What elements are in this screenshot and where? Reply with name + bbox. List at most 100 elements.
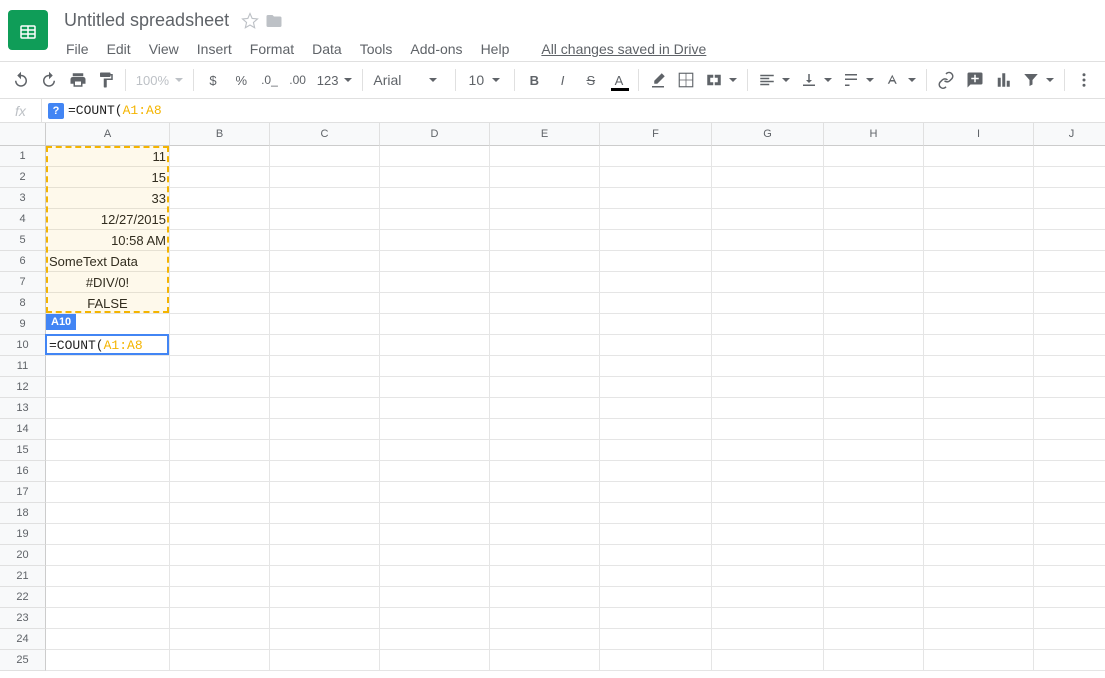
menu-view[interactable]: View [141, 37, 187, 61]
cell-B1[interactable] [170, 146, 270, 167]
cell-J23[interactable] [1034, 608, 1105, 629]
cell-H20[interactable] [824, 545, 924, 566]
row-header-3[interactable]: 3 [0, 188, 46, 209]
cell-J11[interactable] [1034, 356, 1105, 377]
cell-E9[interactable] [490, 314, 600, 335]
cell-G24[interactable] [712, 629, 824, 650]
cell-I16[interactable] [924, 461, 1034, 482]
cell-I9[interactable] [924, 314, 1034, 335]
cell-B6[interactable] [170, 251, 270, 272]
cell-E3[interactable] [490, 188, 600, 209]
cell-D24[interactable] [380, 629, 490, 650]
row-header-13[interactable]: 13 [0, 398, 46, 419]
cell-C11[interactable] [270, 356, 380, 377]
cell-B22[interactable] [170, 587, 270, 608]
cell-D14[interactable] [380, 419, 490, 440]
cell-I24[interactable] [924, 629, 1034, 650]
cell-A23[interactable] [46, 608, 170, 629]
cell-H5[interactable] [824, 230, 924, 251]
cell-A15[interactable] [46, 440, 170, 461]
cell-J15[interactable] [1034, 440, 1105, 461]
cell-A13[interactable] [46, 398, 170, 419]
cell-D10[interactable] [380, 335, 490, 356]
cell-G11[interactable] [712, 356, 824, 377]
cell-C6[interactable] [270, 251, 380, 272]
cell-E24[interactable] [490, 629, 600, 650]
cell-C13[interactable] [270, 398, 380, 419]
cell-J22[interactable] [1034, 587, 1105, 608]
cell-I23[interactable] [924, 608, 1034, 629]
cell-A9[interactable] [46, 314, 170, 335]
cell-H6[interactable] [824, 251, 924, 272]
cell-F11[interactable] [600, 356, 712, 377]
print-button[interactable] [64, 66, 90, 94]
cell-I11[interactable] [924, 356, 1034, 377]
cell-D19[interactable] [380, 524, 490, 545]
insert-link-button[interactable] [933, 66, 959, 94]
cell-B16[interactable] [170, 461, 270, 482]
cell-J14[interactable] [1034, 419, 1105, 440]
row-header-16[interactable]: 16 [0, 461, 46, 482]
cell-H4[interactable] [824, 209, 924, 230]
cell-B2[interactable] [170, 167, 270, 188]
cell-F18[interactable] [600, 503, 712, 524]
cell-H7[interactable] [824, 272, 924, 293]
menu-insert[interactable]: Insert [189, 37, 240, 61]
cell-D9[interactable] [380, 314, 490, 335]
cell-A14[interactable] [46, 419, 170, 440]
cell-E25[interactable] [490, 650, 600, 671]
cell-D11[interactable] [380, 356, 490, 377]
cell-C18[interactable] [270, 503, 380, 524]
cell-G15[interactable] [712, 440, 824, 461]
insert-chart-button[interactable] [990, 66, 1016, 94]
cell-J13[interactable] [1034, 398, 1105, 419]
cell-A21[interactable] [46, 566, 170, 587]
cell-I22[interactable] [924, 587, 1034, 608]
cell-C10[interactable] [270, 335, 380, 356]
cell-G9[interactable] [712, 314, 824, 335]
col-header-J[interactable]: J [1034, 123, 1105, 146]
cell-F17[interactable] [600, 482, 712, 503]
cell-A1[interactable]: 11 [46, 146, 170, 167]
cell-B13[interactable] [170, 398, 270, 419]
cell-B15[interactable] [170, 440, 270, 461]
formula-input[interactable]: =COUNT(A1:A8 [64, 103, 1105, 118]
cell-A12[interactable] [46, 377, 170, 398]
row-header-4[interactable]: 4 [0, 209, 46, 230]
cell-F14[interactable] [600, 419, 712, 440]
cell-J4[interactable] [1034, 209, 1105, 230]
col-header-I[interactable]: I [924, 123, 1034, 146]
row-header-5[interactable]: 5 [0, 230, 46, 251]
cell-F10[interactable] [600, 335, 712, 356]
cell-D23[interactable] [380, 608, 490, 629]
text-wrap-button[interactable] [838, 66, 878, 94]
cell-E19[interactable] [490, 524, 600, 545]
cell-A4[interactable]: 12/27/2015 [46, 209, 170, 230]
row-header-25[interactable]: 25 [0, 650, 46, 671]
cell-J2[interactable] [1034, 167, 1105, 188]
cell-D8[interactable] [380, 293, 490, 314]
cell-B24[interactable] [170, 629, 270, 650]
cell-H1[interactable] [824, 146, 924, 167]
cell-E4[interactable] [490, 209, 600, 230]
cell-F25[interactable] [600, 650, 712, 671]
cell-E6[interactable] [490, 251, 600, 272]
row-header-21[interactable]: 21 [0, 566, 46, 587]
cell-C20[interactable] [270, 545, 380, 566]
cell-D5[interactable] [380, 230, 490, 251]
cell-G12[interactable] [712, 377, 824, 398]
row-header-12[interactable]: 12 [0, 377, 46, 398]
cell-I6[interactable] [924, 251, 1034, 272]
cell-J24[interactable] [1034, 629, 1105, 650]
cell-G7[interactable] [712, 272, 824, 293]
cell-E18[interactable] [490, 503, 600, 524]
cell-A16[interactable] [46, 461, 170, 482]
cell-E12[interactable] [490, 377, 600, 398]
cell-A19[interactable] [46, 524, 170, 545]
cell-B10[interactable] [170, 335, 270, 356]
fx-icon[interactable]: fx [0, 99, 42, 122]
cell-F1[interactable] [600, 146, 712, 167]
italic-button[interactable]: I [549, 66, 575, 94]
cell-A2[interactable]: 15 [46, 167, 170, 188]
cell-D18[interactable] [380, 503, 490, 524]
